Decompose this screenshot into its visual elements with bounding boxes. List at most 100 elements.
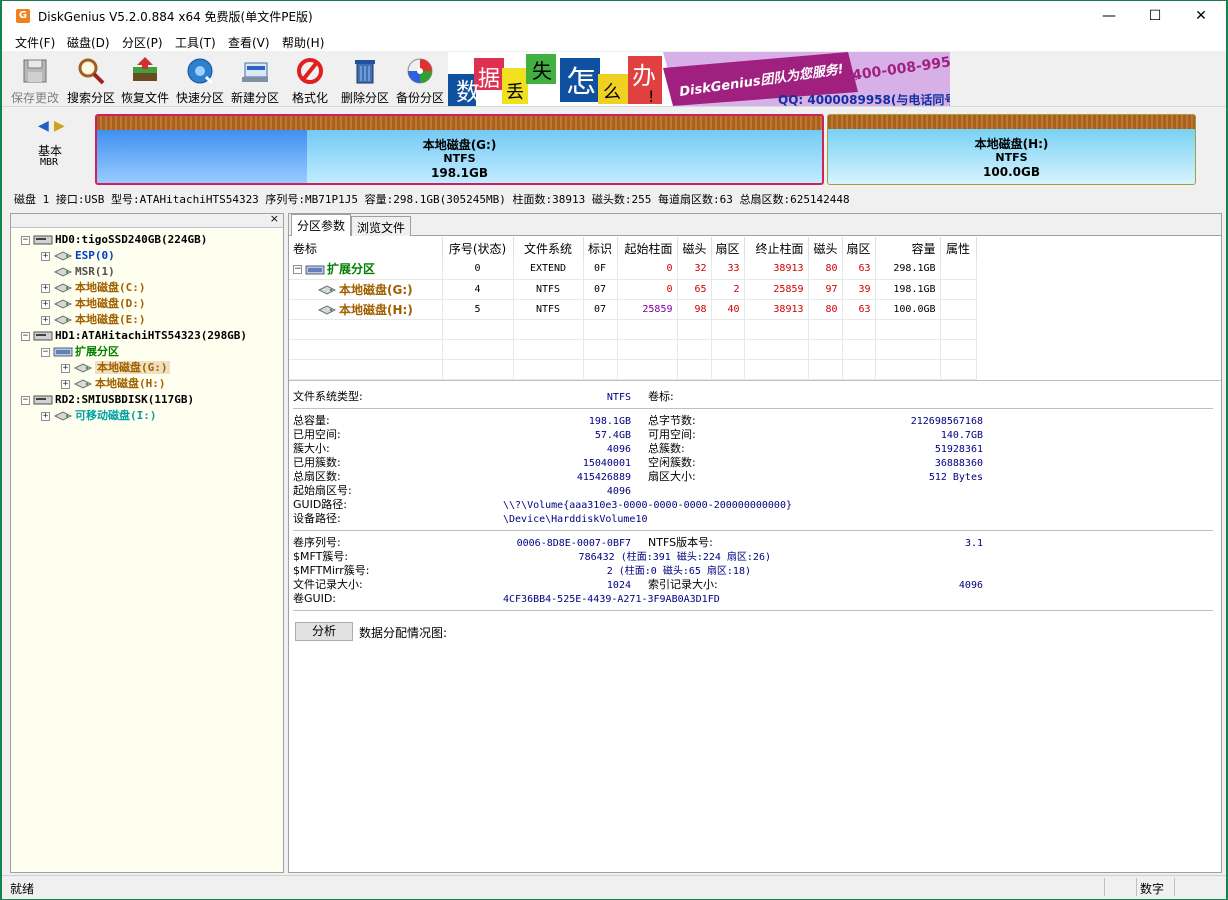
col-attributes[interactable]: 属性 — [940, 237, 977, 259]
divider — [293, 610, 1213, 611]
partition-icon — [53, 299, 73, 309]
new-partition-button[interactable]: 新建分区 — [229, 53, 281, 105]
expand-icon[interactable]: + — [41, 411, 50, 421]
detail-label: 总扇区数: — [293, 470, 341, 483]
tree-disk-node[interactable]: − HD0:tigoSSD240GB(224GB) — [21, 232, 207, 248]
empty-cell — [677, 339, 712, 360]
cell-cap: 198.1GB — [875, 279, 941, 300]
tree-partition-node[interactable]: + 本地磁盘(H:) — [61, 376, 166, 392]
collapse-icon[interactable]: − — [21, 235, 30, 245]
tree-partition-node[interactable]: + 本地磁盘(E:) — [41, 312, 146, 328]
partition-block-g[interactable]: 本地磁盘(G:) NTFS 198.1GB — [95, 114, 824, 185]
tree-partition-node[interactable]: + 本地磁盘(C:) — [41, 280, 146, 296]
tree-partition-node[interactable]: + ESP(0) — [41, 248, 115, 264]
empty-cell — [744, 359, 809, 380]
analyze-button[interactable]: 分析 — [295, 622, 353, 641]
detail-value: 140.7GB — [940, 430, 983, 441]
format-button[interactable]: 格式化 — [284, 53, 336, 105]
partition-table: 卷标 序号(状态) 文件系统 标识 起始柱面 磁头 扇区 终止柱面 磁头 扇区 … — [289, 237, 977, 380]
search-partition-button[interactable]: 搜索分区 — [65, 53, 117, 105]
tree-partition-node[interactable]: MSR(1) — [41, 264, 115, 280]
menu-file[interactable]: 文件(F) — [15, 34, 55, 51]
table-row[interactable]: 本地磁盘(G:) 4 NTFS 07 0 65 2 25859 97 39 198.1GB — [289, 279, 977, 300]
cell-fs: NTFS — [513, 279, 584, 300]
recover-files-button[interactable]: 恢复文件 — [119, 53, 171, 105]
collapse-icon[interactable]: − — [21, 331, 30, 341]
quick-partition-button[interactable]: 快速分区 — [174, 53, 226, 105]
menu-view[interactable]: 查看(V) — [228, 34, 270, 51]
menu-help[interactable]: 帮助(H) — [282, 34, 324, 51]
partition-icon — [317, 305, 337, 315]
cell-cap: 298.1GB — [875, 259, 941, 280]
save-changes-button[interactable]: 保存更改 — [9, 53, 61, 105]
close-pane-icon[interactable]: × — [270, 212, 279, 225]
menu-tools[interactable]: 工具(T) — [175, 34, 216, 51]
table-row[interactable]: − 扩展分区 0 EXTEND 0F 0 32 33 38913 80 63 298.1GB — [289, 259, 977, 280]
expand-icon[interactable]: + — [61, 379, 70, 389]
cell-attr — [940, 259, 977, 280]
partition-icon — [53, 283, 73, 293]
mftmirr-cluster-label: $MFTMirr簇号: — [293, 564, 370, 577]
empty-cell — [677, 319, 712, 340]
cell-es: 63 — [842, 299, 876, 320]
col-start-sector[interactable]: 扇区 — [711, 237, 745, 259]
promo-banner[interactable]: 数 据 丢 失 怎 么 办 ! DiskGenius团队为您服务! 致电: 40… — [448, 52, 950, 106]
col-end-cylinder[interactable]: 终止柱面 — [744, 237, 809, 259]
tree-partition-node[interactable]: + 本地磁盘(G:) — [61, 360, 170, 376]
collapse-icon[interactable]: − — [293, 265, 302, 275]
detail-value: 4096 — [606, 444, 631, 455]
tree-disk-node[interactable]: − HD1:ATAHitachiHTS54323(298GB) — [21, 328, 247, 344]
menu-partition[interactable]: 分区(P) — [122, 34, 163, 51]
col-index[interactable]: 序号(状态) — [442, 237, 514, 259]
expand-icon[interactable]: + — [41, 283, 50, 293]
col-end-sector[interactable]: 扇区 — [842, 237, 876, 259]
tab-browse-files[interactable]: 浏览文件 — [351, 216, 412, 236]
empty-cell — [442, 319, 514, 340]
svg-text:!: ! — [648, 87, 654, 106]
collapse-icon[interactable]: − — [21, 395, 30, 405]
table-row[interactable]: 本地磁盘(H:) 5 NTFS 07 25859 98 40 38913 80 63 100.0GB — [289, 299, 977, 320]
tree-partition-node[interactable]: + 本地磁盘(D:) — [41, 296, 146, 312]
col-start-head[interactable]: 磁头 — [677, 237, 712, 259]
cell-ec: 38913 — [744, 259, 809, 280]
collapse-icon[interactable]: − — [41, 347, 50, 357]
backup-partition-button[interactable]: 备份分区 — [394, 53, 446, 105]
cell-sh: 32 — [677, 259, 712, 280]
empty-cell — [617, 319, 678, 340]
disk-info-bar: 磁盘 1 接口:USB 型号:ATAHitachiHTS54323 序列号:MB… — [14, 193, 850, 206]
guid-path-label: GUID路径: — [293, 498, 347, 511]
delete-partition-button[interactable]: 删除分区 — [339, 53, 391, 105]
expand-icon[interactable]: + — [41, 251, 50, 261]
next-disk-icon[interactable]: ▶ — [54, 118, 65, 134]
tree-disk-node[interactable]: − RD2:SMIUSBDISK(117GB) — [21, 392, 194, 408]
tree-node-label: ESP(0) — [75, 249, 115, 262]
partition-block-h[interactable]: 本地磁盘(H:) NTFS 100.0GB — [827, 114, 1196, 185]
col-volume-label[interactable]: 卷标 — [289, 237, 443, 259]
allocation-map-label: 数据分配情况图: — [359, 626, 448, 640]
cell-ec: 25859 — [744, 279, 809, 300]
partition-icon — [73, 363, 93, 373]
col-end-head[interactable]: 磁头 — [808, 237, 843, 259]
divider — [293, 530, 1213, 531]
record-size-value: 1024 — [606, 580, 631, 591]
tree-partition-node[interactable]: + 可移动磁盘(I:) — [41, 408, 157, 424]
svg-text:QQ: 4000089958(与电话同号): QQ: 4000089958(与电话同号) — [778, 92, 950, 106]
tree-partition-node[interactable]: − 扩展分区 — [41, 344, 119, 360]
expand-icon[interactable]: + — [41, 299, 50, 309]
prev-disk-icon[interactable]: ◀ — [38, 118, 49, 134]
menu-disk[interactable]: 磁盘(D) — [67, 34, 110, 51]
empty-cell — [513, 359, 584, 380]
tab-partition-params[interactable]: 分区参数 — [291, 214, 352, 236]
expand-icon[interactable]: + — [41, 315, 50, 325]
col-capacity[interactable]: 容量 — [875, 237, 941, 259]
cell-attr — [940, 299, 977, 320]
col-id[interactable]: 标识 — [583, 237, 618, 259]
col-start-cylinder[interactable]: 起始柱面 — [617, 237, 678, 259]
app-window: G DiskGenius V5.2.0.884 x64 免费版(单文件PE版) … — [1, 0, 1227, 899]
maximize-button[interactable]: ☐ — [1132, 1, 1178, 31]
close-button[interactable]: ✕ — [1178, 1, 1224, 31]
minimize-button[interactable]: — — [1086, 1, 1132, 31]
col-filesystem[interactable]: 文件系统 — [513, 237, 584, 259]
disk-scheme-label: MBR — [40, 157, 59, 168]
expand-icon[interactable]: + — [61, 363, 70, 373]
